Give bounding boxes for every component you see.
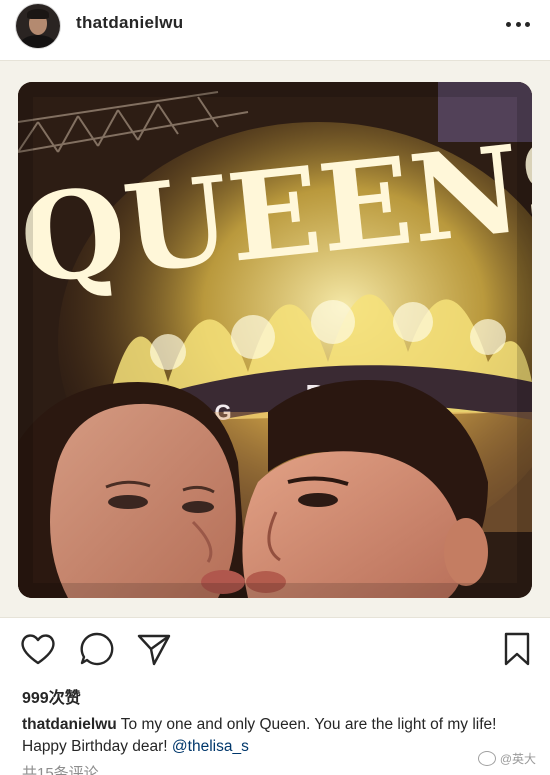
avatar-hair xyxy=(27,9,49,19)
avatar-body xyxy=(20,35,56,48)
speech-bubble-icon[interactable] xyxy=(78,630,116,668)
username[interactable]: thatdanielwu xyxy=(76,13,184,33)
caption-mention[interactable]: @thelisa_s xyxy=(172,738,249,755)
like-count[interactable]: 999次赞 xyxy=(22,684,81,708)
watermark-label: @英大 xyxy=(499,752,536,766)
paper-plane-icon[interactable] xyxy=(135,630,173,668)
heart-outline-icon[interactable] xyxy=(19,630,57,668)
caption: thatdanielwu To my one and only Queen. Y… xyxy=(22,714,532,758)
more-options-icon[interactable] xyxy=(506,14,530,34)
photo-frame: PARKI G QUEENS xyxy=(0,60,550,618)
action-bar xyxy=(0,620,550,676)
view-comments-link[interactable]: 共15条评论 xyxy=(22,762,99,775)
post-header: thatdanielwu xyxy=(0,0,550,56)
caption-username[interactable]: thatdanielwu xyxy=(22,716,117,733)
bookmark-icon[interactable] xyxy=(498,630,536,668)
more-dot xyxy=(515,21,521,27)
more-dot xyxy=(506,21,511,27)
weibo-logo-icon xyxy=(477,751,496,766)
more-dot xyxy=(525,21,530,27)
avatar[interactable] xyxy=(16,4,60,48)
photo-scene: PARKI G QUEENS xyxy=(18,82,532,598)
post-photo[interactable]: PARKI G QUEENS xyxy=(18,82,532,598)
watermark: @英大 xyxy=(477,750,536,767)
instagram-post: thatdanielwu G QUEENS 999次赞 thatdanielwu… xyxy=(0,0,550,775)
